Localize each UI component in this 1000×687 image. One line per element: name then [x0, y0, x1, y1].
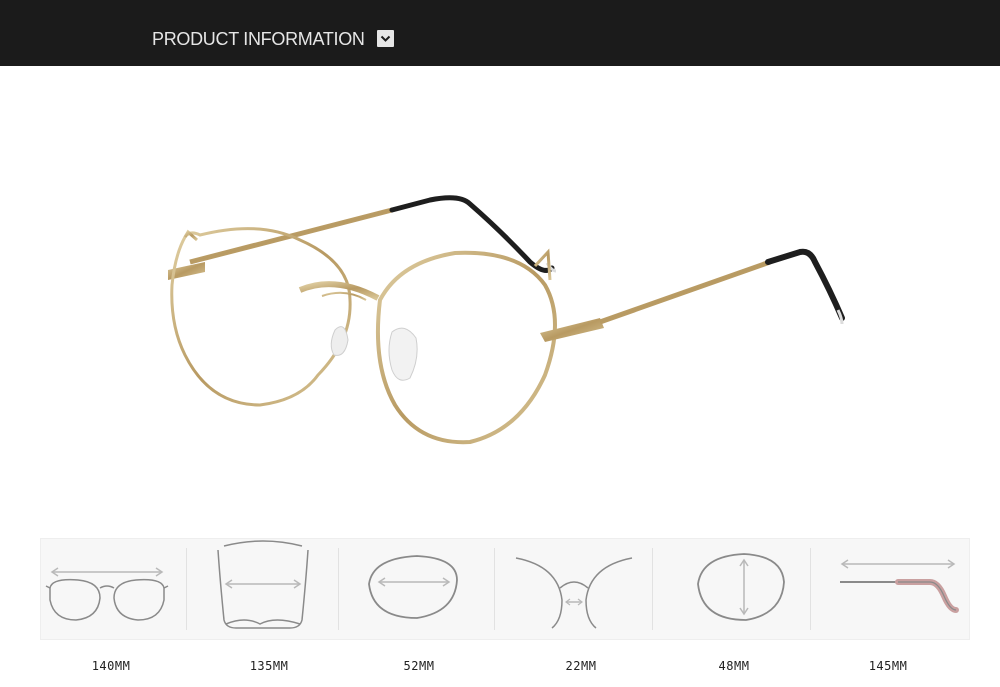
temple-length-icon	[840, 559, 959, 613]
measurement-label: 48MM	[718, 659, 750, 673]
measurement-label: 22MM	[565, 659, 597, 673]
section-title: PRODUCT INFORMATION	[152, 29, 365, 49]
glasses-image	[168, 195, 845, 445]
lens-height-icon	[697, 553, 785, 621]
divider	[338, 548, 339, 630]
measurement-label: 140MM	[91, 659, 131, 673]
measurement-label: 52MM	[403, 659, 435, 673]
chevron-down-icon[interactable]	[377, 30, 394, 47]
divider	[810, 548, 811, 630]
divider	[186, 548, 187, 630]
measurement-label: 135MM	[249, 659, 289, 673]
lens-width-icon	[368, 555, 458, 619]
temple-spread-icon	[217, 540, 309, 629]
bridge-width-icon	[515, 557, 633, 629]
frame-width-icon	[45, 567, 169, 621]
measurement-label: 145MM	[868, 659, 908, 673]
header-bar: PRODUCT INFORMATION	[0, 0, 1000, 66]
divider	[652, 548, 653, 630]
divider	[494, 548, 495, 630]
